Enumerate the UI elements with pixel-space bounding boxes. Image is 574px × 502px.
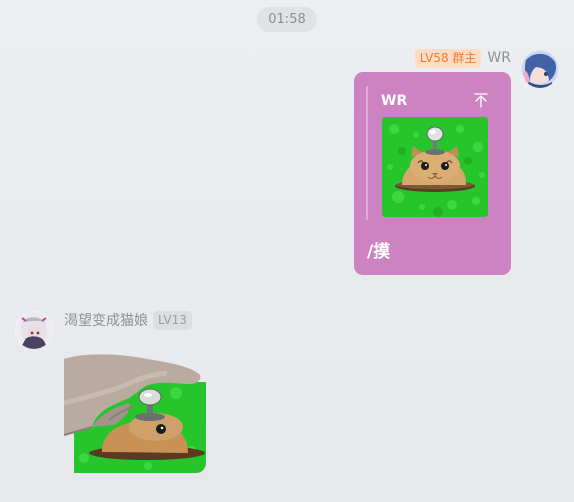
owner-level-badge: LV58 群主 bbox=[414, 48, 482, 68]
quoted-image[interactable] bbox=[382, 117, 488, 217]
level-badge: LV13 bbox=[153, 310, 192, 330]
sender-meta-left: 渴望变成猫娘 LV13 bbox=[64, 310, 192, 330]
quoted-author: WR bbox=[381, 93, 408, 109]
anime-avatar-image bbox=[521, 50, 559, 88]
message-bubble-right[interactable]: WR /摸 bbox=[354, 72, 511, 275]
sender-name[interactable]: 渴望变成猫娘 bbox=[64, 310, 148, 330]
sender-meta-right: LV58 群主 WR bbox=[414, 48, 511, 68]
quoted-message[interactable]: WR bbox=[366, 86, 492, 220]
jump-to-top-icon[interactable] bbox=[474, 92, 488, 108]
anime-avatar-image bbox=[15, 311, 53, 349]
avatar-left-user[interactable] bbox=[15, 311, 53, 349]
sender-name[interactable]: WR bbox=[487, 50, 511, 66]
message-text: /摸 bbox=[367, 242, 391, 262]
sticker-image[interactable] bbox=[63, 353, 206, 473]
avatar-wr[interactable] bbox=[521, 50, 559, 88]
timestamp: 01:58 bbox=[257, 7, 317, 32]
